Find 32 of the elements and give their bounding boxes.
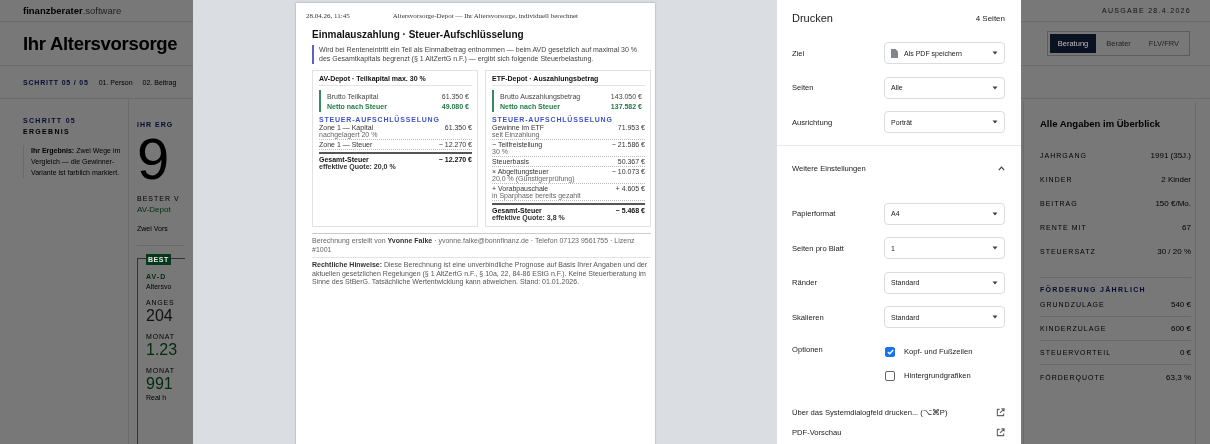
caret-icon — [992, 120, 998, 125]
caret-icon — [992, 211, 998, 216]
summary-value: 540 € — [1170, 300, 1191, 309]
best-name: AV-Depot — [137, 205, 172, 214]
summary-value: 63,3 % — [1166, 372, 1191, 382]
summary-value: 30 / 20 % — [1157, 246, 1191, 256]
summary-value: 67 — [1182, 222, 1191, 232]
page-title: Ihr Altersvorsorge — [23, 32, 178, 55]
external-link-icon[interactable] — [996, 428, 1005, 437]
external-link-icon[interactable] — [996, 408, 1005, 417]
document-icon — [891, 48, 898, 58]
summary-value: 0 € — [1179, 348, 1191, 357]
caret-icon — [992, 246, 998, 251]
summary-value: 150 €/Mo. — [1155, 198, 1191, 208]
page-count: 4 Seiten — [975, 13, 1005, 23]
caret-icon — [992, 280, 998, 285]
caret-icon — [992, 315, 998, 320]
metric-value: 204 — [146, 307, 174, 324]
summary-value: 600 € — [1170, 324, 1191, 333]
result-value: 9 — [137, 133, 170, 185]
metric-value: 991 — [146, 375, 174, 392]
checkbox[interactable] — [885, 370, 895, 381]
dialog-title: Drucken — [792, 12, 833, 24]
caret-icon — [992, 85, 998, 90]
summary-value: 2 Kinder — [1161, 174, 1191, 184]
metric-value: 1.23 — [146, 341, 179, 358]
document-title: Einmalauszahlung · Steuer-Aufschlüsselung — [312, 29, 525, 40]
summary-value: 1991 (35J.) — [1150, 150, 1191, 160]
panel-title: Alle Angaben im Überblick — [1040, 118, 1161, 129]
logo[interactable]: finanzberater.software — [23, 5, 122, 16]
caret-icon — [992, 51, 998, 56]
checkbox[interactable] — [885, 346, 895, 357]
